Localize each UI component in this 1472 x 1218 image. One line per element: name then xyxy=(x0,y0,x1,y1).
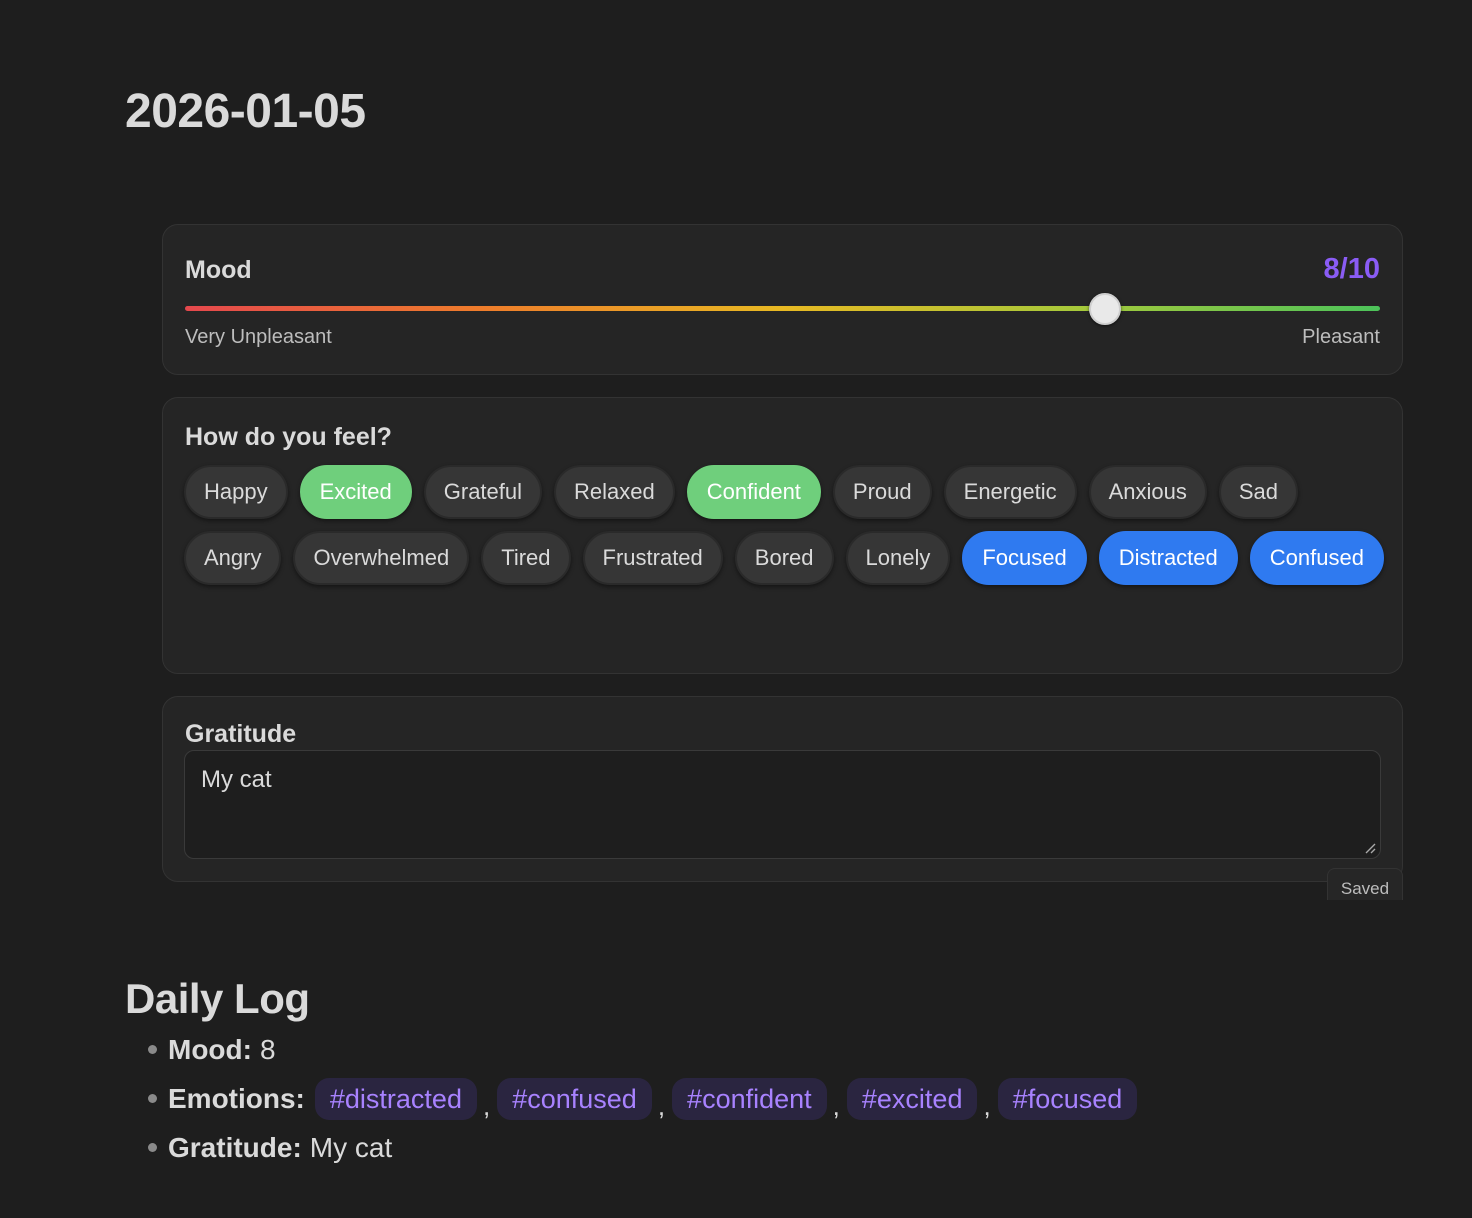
emotion-chip-focused[interactable]: Focused xyxy=(962,531,1087,585)
emotion-chip-grateful[interactable]: Grateful xyxy=(423,465,543,519)
emotion-chip-lonely[interactable]: Lonely xyxy=(845,531,951,585)
log-gratitude-key: Gratitude: xyxy=(168,1131,302,1163)
emotion-chip-confused[interactable]: Confused xyxy=(1249,531,1384,585)
tag-separator: , xyxy=(832,1091,840,1121)
bullet-icon xyxy=(148,1045,157,1054)
mood-max-label: Pleasant xyxy=(1302,326,1380,348)
gratitude-textarea[interactable]: My cat xyxy=(184,750,1381,859)
gratitude-card: Gratitude My cat xyxy=(162,696,1403,882)
emotion-chip-relaxed[interactable]: Relaxed xyxy=(554,465,675,519)
mood-slider-track[interactable] xyxy=(185,306,1380,311)
emotion-tag[interactable]: #focused xyxy=(997,1077,1138,1120)
emotion-chip-tired[interactable]: Tired xyxy=(481,531,571,585)
feelings-title: How do you feel? xyxy=(185,423,392,451)
emotion-chip-proud[interactable]: Proud xyxy=(832,465,932,519)
log-gratitude-value: My cat xyxy=(309,1131,393,1163)
page-title: 2026-01-05 xyxy=(125,85,366,138)
tag-separator: , xyxy=(482,1091,491,1121)
emotion-tag[interactable]: #confused xyxy=(497,1077,652,1120)
mood-label: Mood xyxy=(185,256,252,284)
gratitude-title: Gratitude xyxy=(185,720,297,748)
log-mood-key: Mood: xyxy=(168,1033,252,1065)
emotion-chip-list: Happy Excited Grateful Relaxed Confident Prou… xyxy=(184,465,1384,585)
emotion-chip-excited[interactable]: Excited xyxy=(299,465,412,519)
bullet-icon xyxy=(148,1143,157,1152)
emotion-tag-list: #distracted, #confused, #confident, #excite… xyxy=(314,1077,1138,1121)
log-emotions-key: Emotions: xyxy=(168,1082,305,1114)
resize-handle-icon[interactable] xyxy=(1364,842,1376,854)
mood-card: Mood 8/10 Very Unpleasant Pleasant xyxy=(162,224,1403,375)
emotion-chip-sad[interactable]: Sad xyxy=(1218,465,1299,519)
daily-log-list: Mood: 8 Emotions: #distracted, #confused,… xyxy=(148,1025,1138,1172)
mood-min-label: Very Unpleasant xyxy=(185,326,332,348)
tag-separator: , xyxy=(983,1091,991,1121)
emotion-chip-anxious[interactable]: Anxious xyxy=(1088,465,1207,519)
feelings-card: How do you feel? Happy Excited Grateful Rel… xyxy=(162,397,1403,674)
emotion-chip-overwhelmed[interactable]: Overwhelmed xyxy=(293,531,470,585)
emotion-chip-happy[interactable]: Happy xyxy=(184,465,288,519)
emotion-chip-frustrated[interactable]: Frustrated xyxy=(582,531,723,585)
emotion-tag[interactable]: #distracted xyxy=(314,1077,477,1120)
emotion-chip-confident[interactable]: Confident xyxy=(686,465,821,519)
journal-page: 2026-01-05 Mood 8/10 Very Unpleasant Ple… xyxy=(0,0,1472,1218)
mood-value: 8/10 xyxy=(1323,253,1380,285)
daily-log-title: Daily Log xyxy=(125,975,310,1022)
log-item-emotions: Emotions: #distracted, #confused, #confide… xyxy=(148,1074,1138,1123)
emotion-chip-distracted[interactable]: Distracted xyxy=(1098,531,1238,585)
bullet-icon xyxy=(148,1094,157,1103)
saved-status-badge: Saved xyxy=(1327,868,1403,900)
log-item-mood: Mood: 8 xyxy=(148,1025,1137,1074)
log-mood-value: 8 xyxy=(259,1033,276,1065)
emotion-tag[interactable]: #confident xyxy=(672,1077,827,1120)
gratitude-text: My cat xyxy=(201,766,272,793)
emotion-chip-energetic[interactable]: Energetic xyxy=(943,465,1077,519)
emotion-tag[interactable]: #excited xyxy=(846,1077,978,1120)
mood-slider-thumb[interactable] xyxy=(1089,293,1121,325)
log-item-gratitude: Gratitude: My cat xyxy=(148,1123,1137,1172)
tag-separator: , xyxy=(657,1091,666,1121)
emotion-chip-bored[interactable]: Bored xyxy=(734,531,834,585)
emotion-chip-angry[interactable]: Angry xyxy=(184,531,282,585)
